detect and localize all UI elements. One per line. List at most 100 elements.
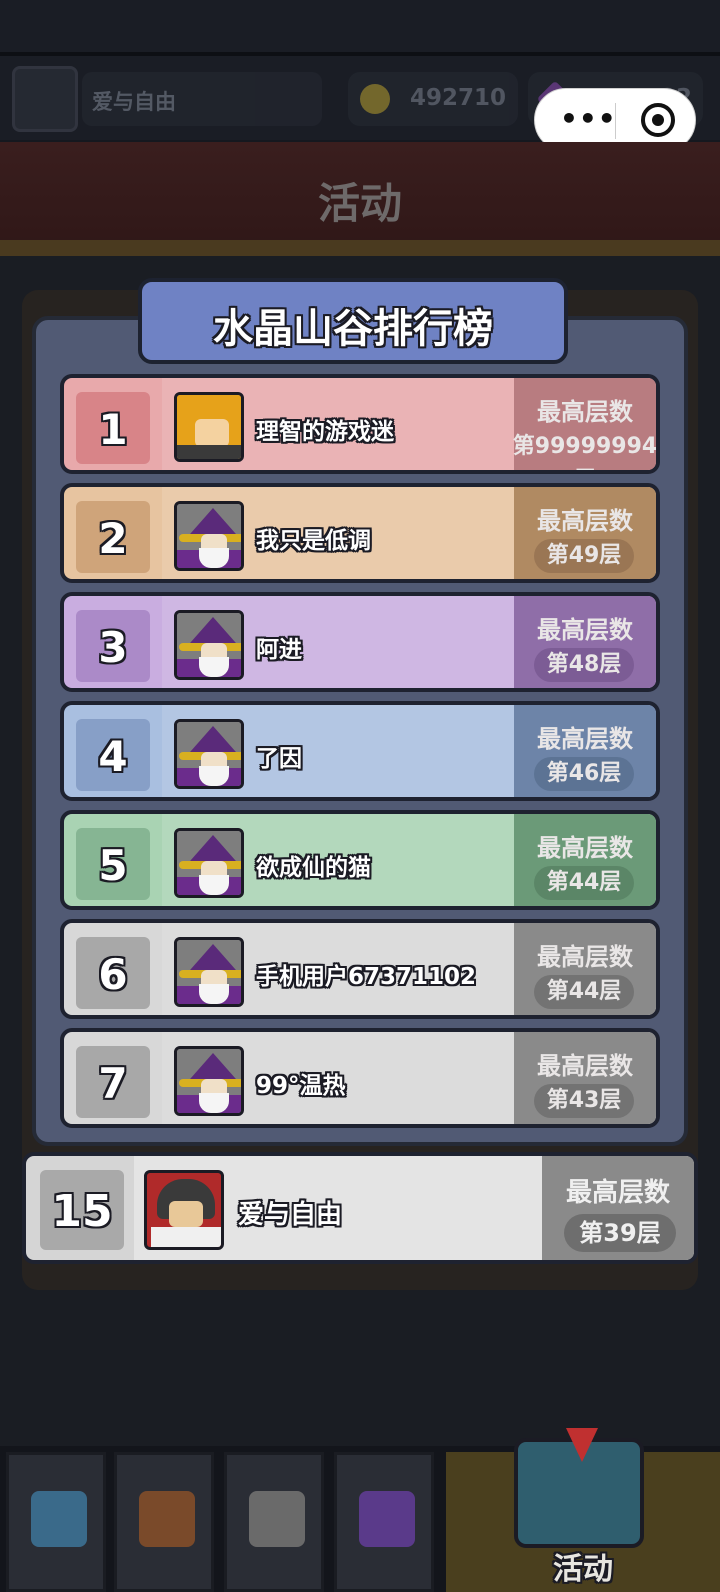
rank-number: 5 [98, 841, 128, 890]
rank-number: 6 [98, 950, 128, 999]
score-panel: 最高层数 第44层 [514, 923, 656, 1015]
player-name: 我只是低调 [256, 528, 371, 554]
leaderboard-row: 1 理智的游戏迷 最高层数 第99999994层 [60, 374, 660, 474]
banner-title: 活动 [317, 179, 402, 228]
map-pin-icon [566, 1428, 598, 1462]
nav-shop-button[interactable] [6, 1452, 106, 1592]
face-shape [195, 419, 229, 447]
my-name: 爱与自由 [238, 1200, 343, 1230]
leaderboard-row: 7 99°温热 最高层数 第43层 [60, 1028, 660, 1128]
player-name: 99°温热 [256, 1073, 346, 1099]
nav-activity-label: 活动 [553, 1552, 613, 1587]
score-label: 最高层数 [537, 943, 633, 971]
my-avatar[interactable] [144, 1170, 224, 1250]
backpack-icon [139, 1491, 195, 1547]
my-rank-box: 15 [40, 1170, 124, 1250]
leaderboard-row: 5 欲成仙的猫 最高层数 第44层 [60, 810, 660, 910]
capsule-divider [615, 103, 616, 139]
player-avatar-wizard[interactable] [174, 937, 244, 1007]
player-avatar-wizard[interactable] [174, 501, 244, 571]
score-value: 第44层 [534, 866, 634, 900]
armor-shape [151, 1227, 221, 1247]
player-avatar-gold[interactable] [174, 392, 244, 462]
rank-number: 7 [98, 1059, 128, 1108]
nav-backpack-button[interactable] [114, 1452, 214, 1592]
score-value: 第48层 [534, 648, 634, 682]
score-panel: 最高层数 第49层 [514, 487, 656, 579]
rank-box: 6 [76, 937, 150, 1009]
score-value: 第44层 [534, 975, 634, 1009]
score-panel: 最高层数 第48层 [514, 596, 656, 688]
score-value: 第46层 [534, 757, 634, 791]
page-banner: 活动 [0, 142, 720, 254]
face-shape [169, 1201, 203, 1227]
score-label: 最高层数 [537, 398, 633, 426]
rank-number: 2 [98, 514, 128, 563]
player-name: 欲成仙的猫 [256, 855, 371, 881]
spellbook-icon [359, 1491, 415, 1547]
my-rank-number: 15 [51, 1186, 113, 1237]
top-divider [0, 52, 720, 56]
player-avatar-wizard[interactable] [174, 828, 244, 898]
beard-shape [199, 766, 229, 786]
rank-number: 1 [98, 405, 128, 454]
beard-shape [199, 875, 229, 895]
gold-counter: 492710 [348, 72, 518, 126]
score-panel: 最高层数 第46层 [514, 705, 656, 797]
player-name-pill: 爱与自由 [82, 72, 322, 126]
rank-box: 5 [76, 828, 150, 900]
player-name: 爱与自由 [92, 90, 176, 114]
beard-shape [199, 1093, 229, 1113]
score-label: 最高层数 [537, 725, 633, 753]
player-name: 阿进 [256, 637, 302, 663]
beard-shape [199, 657, 229, 677]
beard-shape [199, 984, 229, 1004]
player-name: 了因 [256, 746, 302, 772]
my-rank-row: 15 爱与自由 最高层数 第39层 [22, 1152, 698, 1264]
score-label: 最高层数 [537, 1052, 633, 1080]
player-avatar-wizard[interactable] [174, 610, 244, 680]
shop-icon [31, 1491, 87, 1547]
score-panel: 最高层数 第44层 [514, 814, 656, 906]
my-score-value: 第39层 [564, 1214, 676, 1252]
close-target-icon[interactable] [641, 103, 675, 137]
player-name: 理智的游戏迷 [256, 419, 394, 445]
score-panel: 最高层数 第99999994层 [513, 378, 656, 470]
leaderboard-row: 4 了因 最高层数 第46层 [60, 701, 660, 801]
crossed-swords-icon [249, 1491, 305, 1547]
rank-box: 3 [76, 610, 150, 682]
nav-battle-button[interactable] [224, 1452, 324, 1592]
rank-box: 4 [76, 719, 150, 791]
coin-icon [360, 84, 390, 114]
banner-trim [0, 240, 720, 256]
rank-number: 3 [98, 623, 128, 672]
leaderboard-row: 6 手机用户67371102 最高层数 第44层 [60, 919, 660, 1019]
outfit-shape [177, 445, 241, 459]
nav-spellbook-button[interactable] [334, 1452, 434, 1592]
player-name: 手机用户67371102 [256, 964, 477, 990]
leaderboard-title-plate: 水晶山谷排行榜 [132, 274, 574, 370]
nav-activity-button[interactable]: 活动 [446, 1428, 720, 1592]
player-avatar-wizard[interactable] [174, 719, 244, 789]
score-label: 最高层数 [537, 834, 633, 862]
score-label: 最高层数 [537, 507, 633, 535]
my-score-label: 最高层数 [565, 1178, 670, 1208]
beard-shape [199, 548, 229, 568]
my-score-panel: 最高层数 第39层 [542, 1156, 694, 1260]
score-panel: 最高层数 第43层 [514, 1032, 656, 1124]
rank-number: 4 [98, 732, 128, 781]
leaderboard-row: 3 阿进 最高层数 第48层 [60, 592, 660, 692]
player-avatar-wizard[interactable] [174, 1046, 244, 1116]
score-label: 最高层数 [537, 616, 633, 644]
leaderboard-title: 水晶山谷排行榜 [213, 306, 493, 352]
more-menu-icon[interactable]: ••• [560, 105, 617, 133]
rank-box: 2 [76, 501, 150, 573]
leaderboard-row: 2 我只是低调 最高层数 第49层 [60, 483, 660, 583]
score-value: 第43层 [534, 1084, 634, 1118]
rank-box: 7 [76, 1046, 150, 1118]
gold-amount: 492710 [410, 85, 507, 111]
score-value: 第99999994层 [512, 434, 658, 470]
player-avatar[interactable] [12, 66, 78, 132]
rank-box: 1 [76, 392, 150, 464]
score-value: 第49层 [534, 539, 634, 573]
